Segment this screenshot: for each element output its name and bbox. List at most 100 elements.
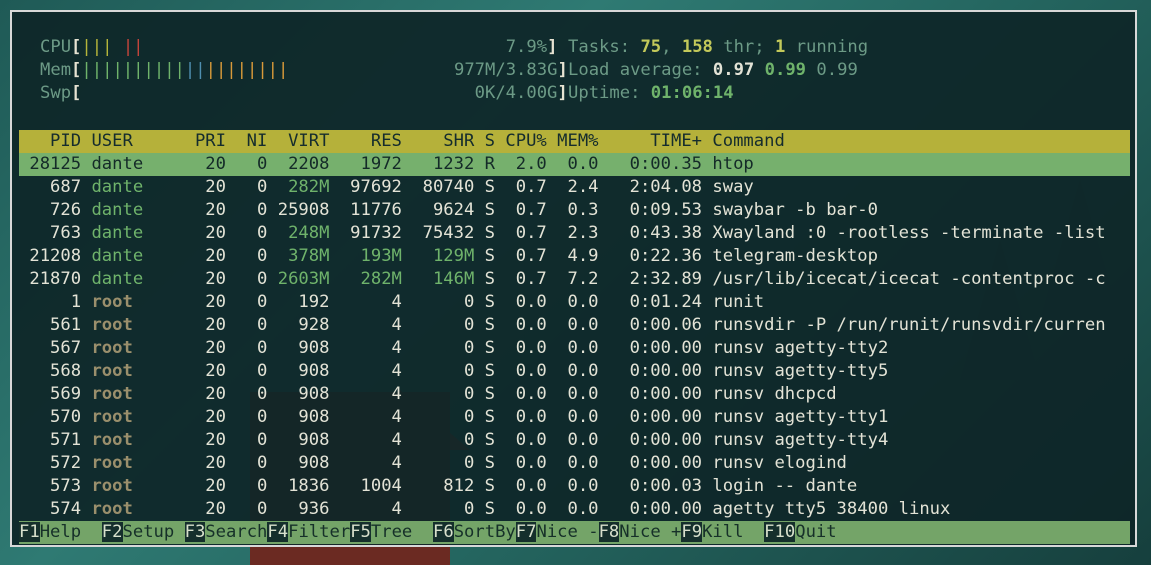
cell-user: root <box>91 476 133 496</box>
process-row[interactable]: 21208 dante 20 0 378M 193M 129M S 0.7 4.9 0:22.36 t… <box>19 245 1126 268</box>
cell-ni: 0 <box>257 223 268 243</box>
cell-user: root <box>91 430 133 450</box>
cell-mem: 0.0 <box>567 453 599 473</box>
fkey-f4[interactable]: F4 <box>267 522 289 542</box>
terminal-window[interactable]: CPU[||| || 7.9%] Mem[|||||||||||||||||||… <box>10 10 1137 547</box>
column-header-res[interactable]: RES <box>329 130 402 153</box>
process-row[interactable]: 568 root 20 0 908 4 0 S 0.0 0.0 0:00.00 runsv agett… <box>19 360 1126 383</box>
column-header-ni[interactable]: NI <box>226 130 268 153</box>
cell-virt: 282M <box>288 177 330 197</box>
cell-virt: 192 <box>298 292 330 312</box>
fkey-label[interactable]: Setup <box>122 522 185 542</box>
fkey-label[interactable]: Filter <box>288 522 351 542</box>
column-header-s[interactable]: S <box>474 130 495 153</box>
cell-pid: 568 <box>50 361 82 381</box>
cell-s: S <box>484 315 496 335</box>
process-row[interactable]: 572 root 20 0 908 4 0 S 0.0 0.0 0:00.00 runsv elogi… <box>19 452 1126 475</box>
cell-virt: 1836 <box>288 476 330 496</box>
cell-mem: 0.0 <box>567 430 599 450</box>
column-header-pid[interactable]: PID <box>19 130 81 153</box>
process-row[interactable]: 1 root 20 0 192 4 0 S 0.0 0.0 0:01.24 runit <box>19 291 1126 314</box>
cell-s: S <box>484 223 496 243</box>
cell-s: S <box>484 453 496 473</box>
cell-user: dante <box>91 154 144 174</box>
cell-time: 0:00.03 <box>629 476 703 496</box>
cell-res: 4 <box>391 453 402 473</box>
cell-pid: 567 <box>50 338 82 358</box>
process-row-selected[interactable]: 28125 dante 20 0 2208 1972 1232 R 2.0 0.0 0:00.35 h… <box>19 153 1130 176</box>
fkey-f10[interactable]: F10 <box>764 522 796 542</box>
fkey-label[interactable]: Nice + <box>619 522 682 542</box>
cell-time: 0:00.00 <box>629 384 703 404</box>
cell-virt: 2208 <box>288 154 330 174</box>
cell-virt: 908 <box>298 407 330 427</box>
cell-res: 4 <box>391 407 402 427</box>
process-table-header[interactable]: PID USER PRI NI VIRT RES SHR S CPU% MEM% TIME+ Comm… <box>19 130 1130 153</box>
column-header-cmd[interactable]: Command <box>702 130 1126 153</box>
cell-s: S <box>484 292 496 312</box>
process-row[interactable]: 687 dante 20 0 282M 97692 80740 S 0.7 2.4 2:04.08 s… <box>19 176 1126 199</box>
column-header-time[interactable]: TIME+ <box>599 130 702 153</box>
fkey-f6[interactable]: F6 <box>432 522 454 542</box>
process-row[interactable]: 567 root 20 0 908 4 0 S 0.0 0.0 0:00.00 runsv agett… <box>19 337 1126 360</box>
cell-pid: 571 <box>50 430 82 450</box>
fkey-label[interactable]: Help <box>39 522 102 542</box>
cell-pri: 20 <box>205 223 226 243</box>
process-row[interactable]: 726 dante 20 0 25908 11776 9624 S 0.7 0.3 0:09.53 s… <box>19 199 1126 222</box>
cell-ni: 0 <box>257 200 268 220</box>
column-header-shr[interactable]: SHR <box>402 130 474 153</box>
column-header-pri[interactable]: PRI <box>195 130 226 153</box>
fkey-f3[interactable]: F3 <box>184 522 206 542</box>
fkey-label[interactable]: Kill <box>702 522 765 542</box>
cell-pid: 763 <box>50 223 82 243</box>
cell-cmd: runsv agetty-tty2 <box>712 338 889 358</box>
fkey-f5[interactable]: F5 <box>350 522 371 542</box>
cell-user: root <box>91 453 133 473</box>
cell-pri: 20 <box>205 269 226 289</box>
column-header-cpu[interactable]: CPU% <box>495 130 546 153</box>
process-row[interactable]: 561 root 20 0 928 4 0 S 0.0 0.0 0:00.06 runsvdir -P… <box>19 314 1126 337</box>
fkey-label[interactable]: Quit <box>795 522 837 542</box>
cell-ni: 0 <box>257 246 268 266</box>
process-row[interactable]: 763 dante 20 0 248M 91732 75432 S 0.7 2.3 0:43.38 X… <box>19 222 1126 245</box>
process-row[interactable]: 21870 dante 20 0 2603M 282M 146M S 0.7 7.2 2:32.89… <box>19 268 1126 291</box>
process-row[interactable]: 570 root 20 0 908 4 0 S 0.0 0.0 0:00.00 runsv agett… <box>19 406 1126 429</box>
cell-shr: 1232 <box>432 154 475 174</box>
fkey-label[interactable]: Tree <box>370 522 433 542</box>
fkey-label[interactable]: Nice - <box>536 522 599 542</box>
fkey-f7[interactable]: F7 <box>515 522 537 542</box>
fkey-f1[interactable]: F1 <box>19 522 40 542</box>
column-header-virt[interactable]: VIRT <box>267 130 329 153</box>
cell-mem: 0.0 <box>567 499 599 519</box>
column-header-user[interactable]: USER <box>81 130 195 153</box>
fkey-f8[interactable]: F8 <box>598 522 620 542</box>
process-row[interactable]: 569 root 20 0 908 4 0 S 0.0 0.0 0:00.00 runsv dhcpc… <box>19 383 1126 406</box>
process-row[interactable]: 571 root 20 0 908 4 0 S 0.0 0.0 0:00.00 runsv agett… <box>19 429 1126 452</box>
fkey-f9[interactable]: F9 <box>681 522 703 542</box>
cell-pri: 20 <box>205 315 226 335</box>
cell-cmd: runsv dhcpcd <box>712 384 837 404</box>
cell-mem: 0.0 <box>567 154 599 174</box>
cell-time: 0:43.38 <box>629 223 703 243</box>
fkey-label[interactable]: Search <box>205 522 268 542</box>
cell-user: dante <box>91 223 144 243</box>
cell-user: dante <box>91 269 144 289</box>
mem-meter-value: 977M/3.83G <box>453 60 558 80</box>
cell-user: root <box>91 338 133 358</box>
cell-res: 1972 <box>360 154 402 174</box>
load-5min: 0.99 <box>764 60 807 80</box>
running-label: running <box>785 37 869 57</box>
cell-shr: 129M <box>432 246 475 266</box>
cell-cmd: runsv elogind <box>712 453 847 473</box>
process-row[interactable]: 574 root 20 0 936 4 0 S 0.0 0.0 0:00.00 agetty tty5… <box>19 498 1126 521</box>
cell-ni: 0 <box>257 476 268 496</box>
cell-virt: 908 <box>298 338 330 358</box>
cell-cmd: runsv agetty-tty5 <box>712 361 889 381</box>
fkey-f2[interactable]: F2 <box>101 522 123 542</box>
cell-cpu: 0.0 <box>515 407 547 427</box>
column-header-mem[interactable]: MEM% <box>547 130 598 153</box>
cell-cmd: swaybar -b bar-0 <box>712 200 878 220</box>
fkey-label[interactable]: SortBy <box>453 522 516 542</box>
process-row[interactable]: 573 root 20 0 1836 1004 812 S 0.0 0.0 0:00.03 login… <box>19 475 1126 498</box>
cell-mem: 0.0 <box>567 315 599 335</box>
